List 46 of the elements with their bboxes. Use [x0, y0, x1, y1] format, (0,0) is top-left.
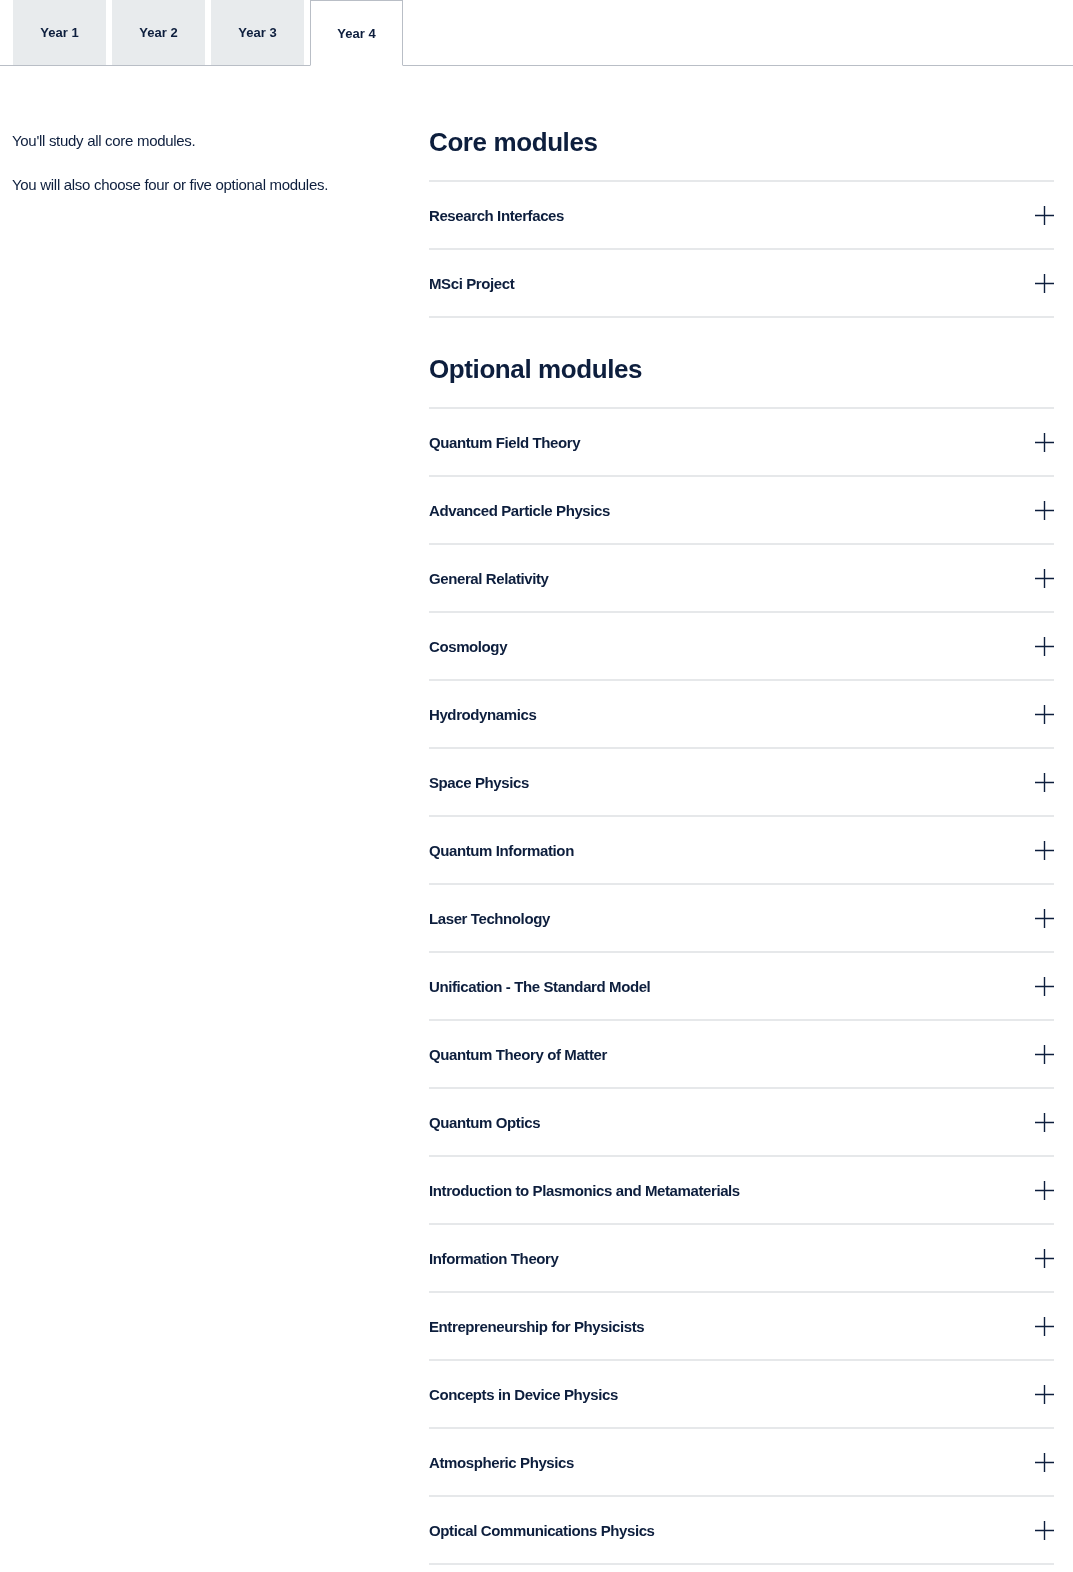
module-accordion-row[interactable]: MSci Project: [429, 248, 1054, 318]
module-accordion-row[interactable]: Hydrodynamics: [429, 679, 1054, 747]
module-accordion-row[interactable]: Concepts in Device Physics: [429, 1359, 1054, 1427]
module-accordion-row[interactable]: Cosmology: [429, 611, 1054, 679]
module-accordion-row[interactable]: Quantum Field Theory: [429, 407, 1054, 475]
plus-icon: [1035, 976, 1054, 996]
module-accordion-row[interactable]: Laser Technology: [429, 883, 1054, 951]
plus-icon: [1035, 908, 1054, 928]
plus-icon: [1035, 1384, 1054, 1404]
module-accordion-row[interactable]: General Relativity: [429, 543, 1054, 611]
plus-icon: [1035, 636, 1054, 656]
plus-icon: [1035, 1044, 1054, 1064]
module-accordion-row[interactable]: Advanced Particle Physics: [429, 475, 1054, 543]
plus-icon: [1035, 1520, 1054, 1540]
plus-icon: [1035, 1452, 1054, 1472]
intro-text: You will also choose four or five optional modules.: [12, 176, 329, 194]
plus-icon: [1035, 205, 1054, 225]
module-accordion-row[interactable]: Information Theory: [429, 1223, 1054, 1291]
section-heading: Core modules: [429, 126, 599, 159]
year-tab[interactable]: Year 2: [112, 0, 205, 65]
module-accordion-row[interactable]: Quantum Theory of Matter: [429, 1019, 1054, 1087]
plus-icon: [1035, 704, 1054, 724]
plus-icon: [1035, 1316, 1054, 1336]
module-accordion-row[interactable]: Quantum Information: [429, 815, 1054, 883]
plus-icon: [1035, 273, 1054, 293]
module-accordion-row[interactable]: Atmospheric Physics: [429, 1427, 1054, 1495]
module-accordion-row[interactable]: Research Interfaces: [429, 180, 1054, 248]
module-accordion-row[interactable]: Space Physics: [429, 747, 1054, 815]
module-accordion-row[interactable]: Unification - The Standard Model: [429, 951, 1054, 1019]
plus-icon: [1035, 1248, 1054, 1268]
section-heading: Optional modules: [429, 353, 644, 386]
plus-icon: [1035, 1180, 1054, 1200]
year-tab[interactable]: Year 4: [310, 0, 403, 66]
intro-text: You'll study all core modules.: [12, 132, 197, 150]
module-accordion-row[interactable]: Introduction to Plasmonics and Metamaterials: [429, 1155, 1054, 1223]
module-accordion-row[interactable]: Quantum Optics: [429, 1087, 1054, 1155]
plus-icon: [1035, 568, 1054, 588]
module-accordion-row[interactable]: Entrepreneurship for Physicists: [429, 1291, 1054, 1359]
plus-icon: [1035, 1112, 1054, 1132]
plus-icon: [1035, 840, 1054, 860]
plus-icon: [1035, 432, 1054, 452]
plus-icon: [1035, 772, 1054, 792]
module-accordion-row[interactable]: Optical Communications Physics: [429, 1495, 1054, 1565]
plus-icon: [1035, 500, 1054, 520]
year-tab[interactable]: Year 3: [211, 0, 304, 65]
year-tab[interactable]: Year 1: [13, 0, 106, 65]
